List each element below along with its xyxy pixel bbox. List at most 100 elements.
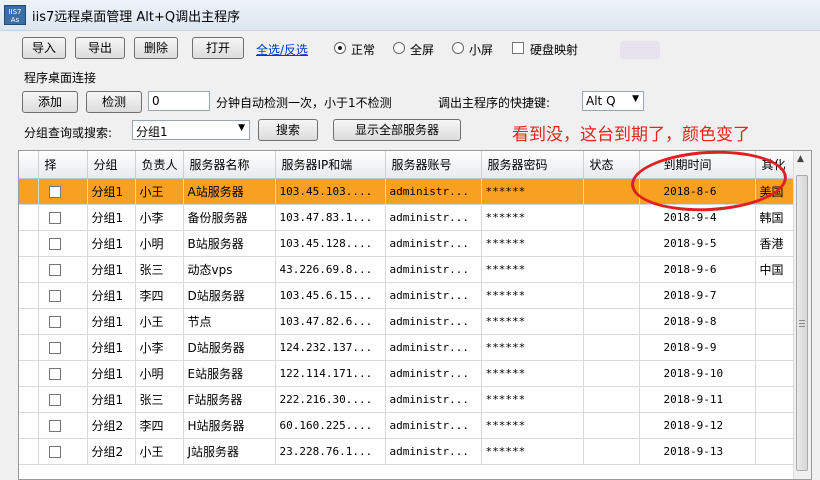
cell-password: ****** — [481, 282, 584, 309]
vertical-scrollbar[interactable]: ▲ — [793, 151, 811, 479]
cell-owner: 张三 — [135, 386, 184, 413]
header-group[interactable]: 分组 — [87, 151, 136, 179]
cell-server-name: B站服务器 — [183, 230, 276, 257]
mode-normal-radio[interactable] — [334, 42, 346, 54]
row-checkbox[interactable] — [48, 342, 61, 354]
header-server-name[interactable]: 服务器名称 — [183, 151, 276, 179]
table-row[interactable]: 分组1 小明 E站服务器 122.114.171... administr... ****… — [19, 360, 806, 387]
row-checkbox[interactable] — [48, 264, 61, 276]
cell-rownum — [19, 412, 39, 439]
cell-rownum — [19, 438, 39, 465]
cell-select — [38, 178, 88, 205]
row-checkbox[interactable] — [48, 186, 61, 198]
table-row[interactable]: 分组2 小王 J站服务器 23.228.76.1... administr... ****… — [19, 438, 806, 465]
cell-account: administr... — [385, 230, 482, 257]
row-checkbox[interactable] — [48, 446, 61, 458]
window-title: iis7远程桌面管理 Alt+Q调出主程序 — [32, 10, 241, 25]
table-row[interactable]: 分组1 张三 F站服务器 222.216.30.... administr... ****… — [19, 386, 806, 413]
table-row[interactable]: 分组2 李四 H站服务器 60.160.225.... administr... ****… — [19, 412, 806, 439]
row-checkbox[interactable] — [48, 212, 61, 224]
scroll-up-icon[interactable]: ▲ — [797, 154, 804, 164]
cell-rownum — [19, 178, 39, 205]
row-checkbox[interactable] — [48, 316, 61, 328]
cell-server-ip: 103.45.6.15... — [275, 282, 386, 309]
mode-fullscreen-label: 全屏 — [410, 43, 435, 57]
cell-select — [38, 360, 88, 387]
cell-group: 分组1 — [87, 334, 136, 361]
scrollbar-thumb[interactable] — [796, 175, 808, 471]
table-row[interactable]: 分组1 李四 D站服务器 103.45.6.15... administr... ****… — [19, 282, 806, 309]
cell-status — [583, 334, 640, 361]
mode-small-radio[interactable] — [452, 42, 464, 54]
group-select[interactable]: 分组1 ▼ — [132, 120, 250, 140]
cell-account: administr... — [385, 438, 482, 465]
cell-owner: 小李 — [135, 204, 184, 231]
cell-server-ip: 103.47.83.1... — [275, 204, 386, 231]
delete-button[interactable]: 删除 — [134, 37, 178, 59]
cell-status — [583, 438, 640, 465]
row-checkbox[interactable] — [48, 290, 61, 302]
header-owner[interactable]: 负责人 — [135, 151, 184, 179]
header-select[interactable]: 择 — [38, 151, 88, 179]
cell-password: ****** — [481, 256, 584, 283]
cell-status — [583, 360, 640, 387]
row-checkbox[interactable] — [48, 368, 61, 380]
cell-expiry: 2018-9-11 — [639, 386, 756, 413]
select-all-link[interactable]: 全选/反选 — [256, 41, 308, 58]
cell-select — [38, 438, 88, 465]
cell-owner: 李四 — [135, 282, 184, 309]
table-row[interactable]: 分组1 小王 节点 103.47.82.6... administr... ****** 2… — [19, 308, 806, 335]
mode-fullscreen-radio[interactable] — [393, 42, 405, 54]
cell-server-name: D站服务器 — [183, 334, 276, 361]
cell-server-name: E站服务器 — [183, 360, 276, 387]
cell-status — [583, 386, 640, 413]
cell-owner: 小明 — [135, 230, 184, 257]
check-button[interactable]: 检测 — [86, 91, 142, 113]
hotkey-select[interactable]: Alt Q ▼ — [582, 91, 644, 111]
cell-group: 分组1 — [87, 230, 136, 257]
disk-map-checkbox[interactable] — [512, 42, 524, 54]
mode-small-label: 小屏 — [469, 43, 494, 57]
cell-group: 分组1 — [87, 308, 136, 335]
cell-server-ip: 222.216.30.... — [275, 386, 386, 413]
table-row[interactable]: 分组1 小明 B站服务器 103.45.128.... administr... ****… — [19, 230, 806, 257]
cell-select — [38, 386, 88, 413]
row-checkbox[interactable] — [48, 238, 61, 250]
cell-group: 分组1 — [87, 282, 136, 309]
cell-owner: 小王 — [135, 438, 184, 465]
cell-account: administr... — [385, 412, 482, 439]
search-button[interactable]: 搜索 — [258, 119, 318, 141]
title-bar: IIS7 As iis7远程桌面管理 Alt+Q调出主程序 — [0, 0, 820, 31]
cell-server-ip: 103.47.82.6... — [275, 308, 386, 335]
import-button[interactable]: 导入 — [22, 37, 66, 59]
open-button[interactable]: 打开 — [192, 37, 244, 59]
cell-select — [38, 230, 88, 257]
cell-server-name: F站服务器 — [183, 386, 276, 413]
add-button[interactable]: 添加 — [22, 91, 78, 113]
export-button[interactable]: 导出 — [75, 37, 125, 59]
cell-select — [38, 282, 88, 309]
cell-server-name: D站服务器 — [183, 282, 276, 309]
table-row[interactable]: 分组1 小李 D站服务器 124.232.137... administr... ****… — [19, 334, 806, 361]
cell-status — [583, 412, 640, 439]
section-title: 程序桌面连接 — [24, 71, 97, 85]
chevron-down-icon: ▼ — [632, 94, 639, 104]
table-row[interactable]: 分组1 张三 动态vps 43.226.69.8... administr... ****… — [19, 256, 806, 283]
cell-server-name: 节点 — [183, 308, 276, 335]
cell-account: administr... — [385, 386, 482, 413]
cell-status — [583, 308, 640, 335]
header-account[interactable]: 服务器账号 — [385, 151, 482, 179]
cell-group: 分组2 — [87, 412, 136, 439]
disk-map-label: 硬盘映射 — [530, 43, 579, 57]
cell-select — [38, 412, 88, 439]
cell-group: 分组1 — [87, 256, 136, 283]
interval-text: 分钟自动检测一次，小于1不检测 — [216, 96, 392, 110]
show-all-servers-button[interactable]: 显示全部服务器 — [333, 119, 461, 141]
header-password[interactable]: 服务器密码 — [481, 151, 584, 179]
interval-input[interactable]: 0 — [148, 91, 210, 111]
cell-rownum — [19, 230, 39, 257]
row-checkbox[interactable] — [48, 420, 61, 432]
header-status[interactable]: 状态 — [583, 151, 640, 179]
header-server-ip[interactable]: 服务器IP和端 — [275, 151, 386, 179]
row-checkbox[interactable] — [48, 394, 61, 406]
